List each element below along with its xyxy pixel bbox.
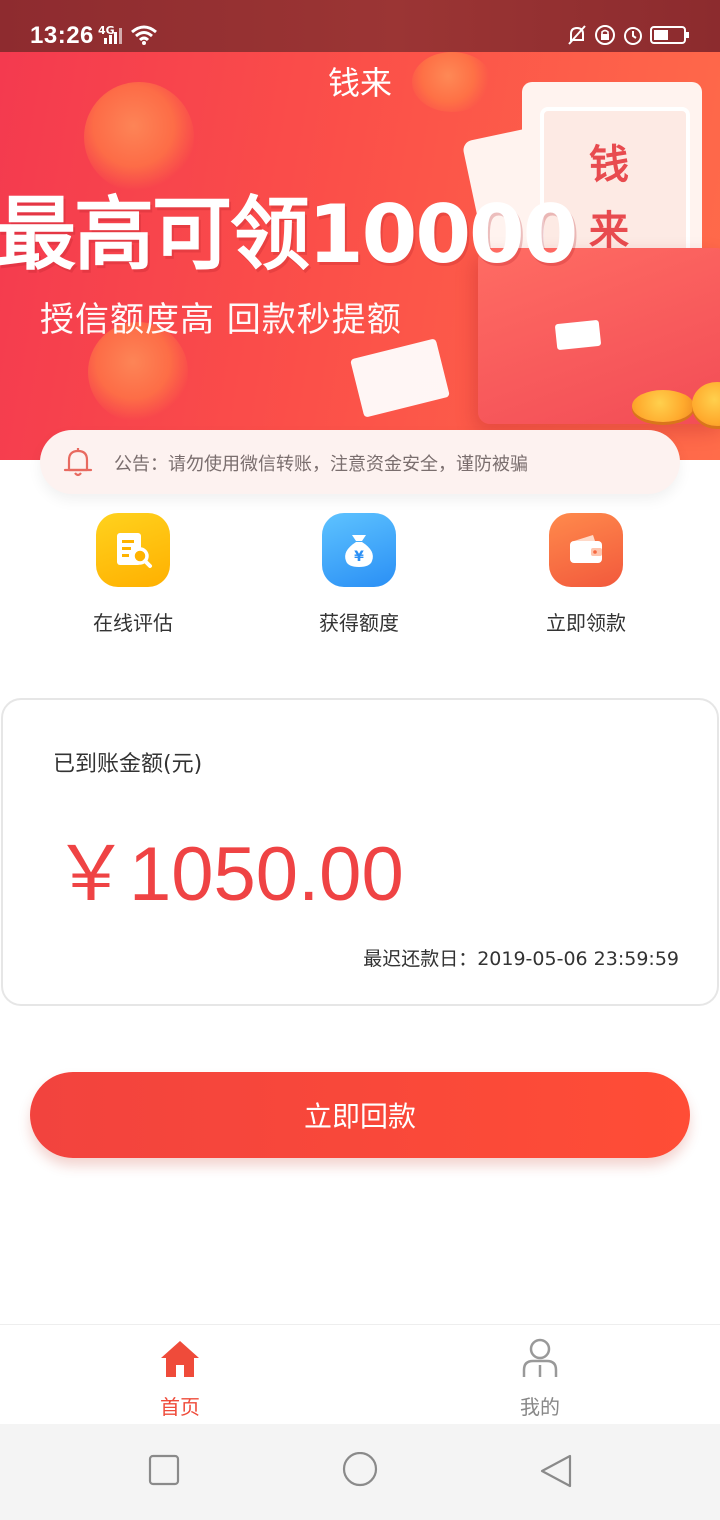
amount-label: 已到账金额(元) bbox=[53, 752, 203, 777]
home-icon bbox=[161, 1341, 199, 1377]
repay-now-button[interactable]: 立即回款 bbox=[30, 1072, 690, 1158]
tab-label: 我的 bbox=[520, 1395, 560, 1419]
feature-label: 在线评估 bbox=[93, 611, 173, 635]
banner-subheadline: 授信额度高 回款秒提额 bbox=[40, 300, 402, 340]
wallet-icon bbox=[549, 513, 623, 587]
status-time: 13:26 bbox=[30, 22, 94, 49]
gold-coin-decoration bbox=[632, 390, 694, 422]
svg-text:¥: ¥ bbox=[354, 549, 364, 565]
signal-icon bbox=[104, 28, 122, 44]
document-search-icon bbox=[96, 513, 170, 587]
recent-apps-icon[interactable] bbox=[148, 1454, 180, 1486]
received-amount-card: 已到账金额(元) ￥1050.00 最迟还款日：2019-05-06 23:59… bbox=[1, 698, 719, 1006]
system-nav-bar bbox=[0, 1424, 720, 1520]
app-title: 钱来 bbox=[327, 64, 392, 102]
banner-headline: 最高可领10000 bbox=[0, 188, 578, 281]
announcement-text: 公告：请勿使用微信转账，注意资金安全，谨防被骗 bbox=[114, 454, 528, 475]
tab-label: 首页 bbox=[160, 1395, 200, 1419]
feature-label: 立即领款 bbox=[546, 611, 626, 635]
bell-icon bbox=[63, 448, 93, 477]
tab-mine[interactable]: 我的 bbox=[460, 1333, 620, 1420]
status-bar: 13:26 4G bbox=[0, 0, 720, 52]
ticket-text: 钱 bbox=[589, 142, 629, 188]
battery-icon bbox=[650, 26, 689, 44]
tab-home[interactable]: 首页 bbox=[100, 1333, 260, 1420]
slip-decoration bbox=[554, 319, 602, 351]
wifi-icon bbox=[131, 25, 157, 45]
alarm-icon bbox=[624, 27, 642, 45]
lock-rotation-icon bbox=[595, 25, 615, 45]
mute-bell-icon bbox=[568, 25, 586, 45]
status-icons bbox=[566, 24, 690, 46]
user-icon bbox=[522, 1338, 558, 1377]
back-nav-icon[interactable] bbox=[538, 1454, 574, 1490]
promo-banner[interactable]: 钱 来 钱来 最高可领10000 授信额度高 回款秒提额 bbox=[0, 52, 720, 460]
amount-value: ￥1050.00 bbox=[53, 832, 404, 917]
paper-decoration bbox=[350, 338, 450, 418]
announcement-bar[interactable]: 公告：请勿使用微信转账，注意资金安全，谨防被骗 bbox=[40, 430, 680, 494]
due-date: 最迟还款日：2019-05-06 23:59:59 bbox=[363, 948, 679, 970]
feature-online-assessment[interactable]: 在线评估 bbox=[58, 513, 208, 636]
bottom-tab-bar: 首页 我的 bbox=[0, 1324, 720, 1424]
feature-receive-money[interactable]: 立即领款 bbox=[511, 513, 661, 636]
feature-label: 获得额度 bbox=[319, 611, 399, 635]
home-nav-icon[interactable] bbox=[341, 1452, 379, 1490]
feature-get-credit[interactable]: ¥ 获得额度 bbox=[284, 513, 434, 636]
money-bag-icon: ¥ bbox=[322, 513, 396, 587]
